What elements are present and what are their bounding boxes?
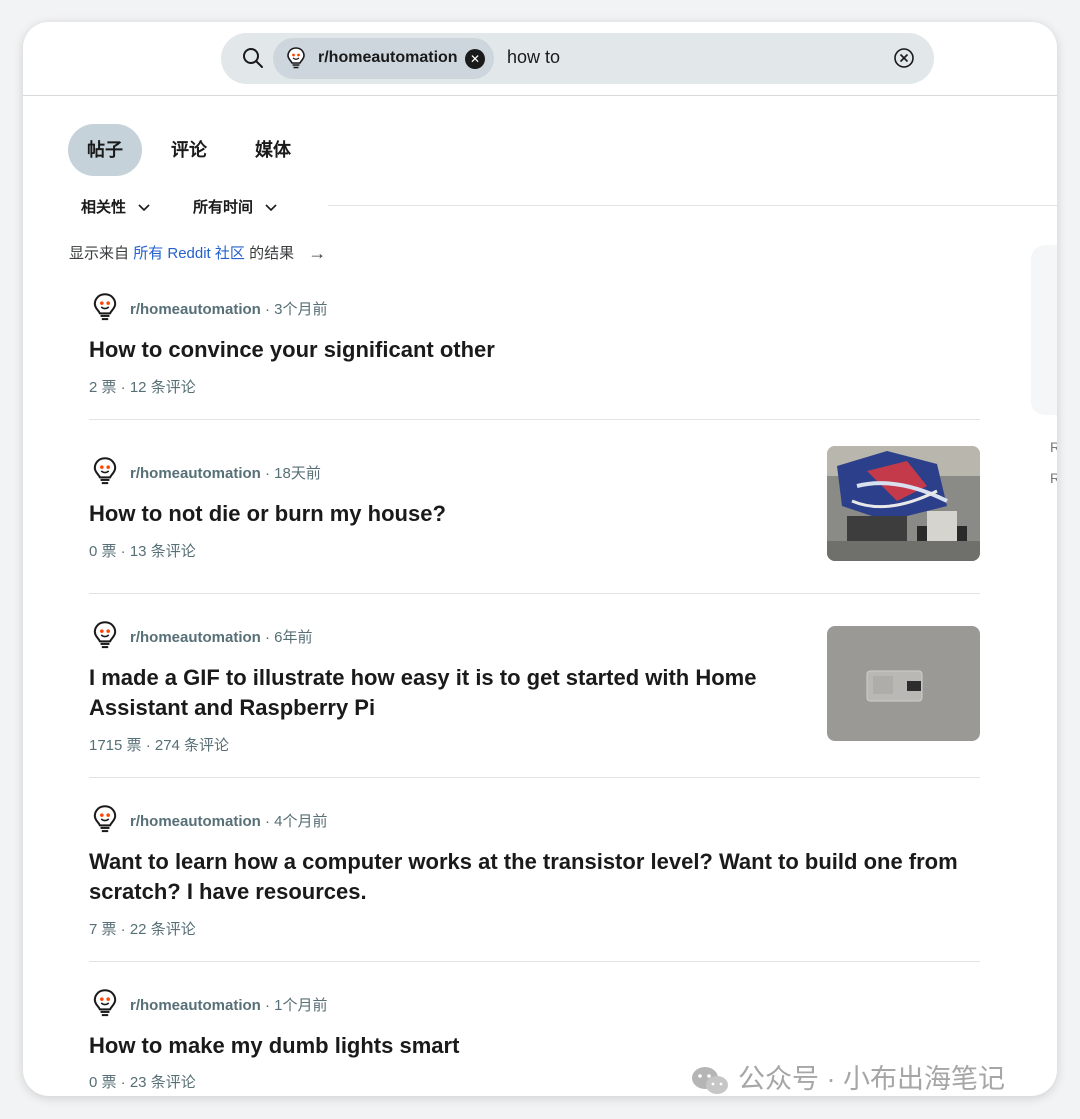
filter-row: 相关性 所有时间 <box>23 192 1057 222</box>
post-stats: 0 票 · 23 条评论 <box>89 1074 196 1091</box>
arrow-right-icon[interactable]: → <box>308 243 326 264</box>
post-time: · 4个月前 <box>260 813 328 830</box>
post-item[interactable]: r/homeautomation · 3个月前 How to convince … <box>89 291 980 401</box>
sort-dropdown[interactable]: 相关性 <box>81 196 150 217</box>
post-stats: 7 票 · 22 条评论 <box>89 921 196 938</box>
tab-posts[interactable]: 帖子 <box>68 124 142 176</box>
post-item[interactable]: r/homeautomation · 18天前 How to not die o… <box>89 446 980 585</box>
post-time: · 6年前 <box>260 629 313 646</box>
right-sidebar-text: R <box>1050 439 1057 455</box>
post-time: · 3个月前 <box>260 301 328 318</box>
subreddit-bulb-icon <box>93 989 117 1017</box>
clear-search-icon[interactable] <box>893 47 915 69</box>
post-title[interactable]: How to not die or burn my house? <box>89 499 789 529</box>
top-bar: r/homeautomation ✕ how to <box>23 22 1057 96</box>
post-item[interactable]: r/homeautomation · 4个月前 Want to learn ho… <box>89 803 980 943</box>
subreddit-name[interactable]: r/homeautomation · 18天前 <box>130 462 321 483</box>
right-sidebar-text: R <box>1050 470 1057 486</box>
subreddit-bulb-icon <box>287 47 305 69</box>
post-title[interactable]: Want to learn how a computer works at th… <box>89 847 980 907</box>
subreddit-name[interactable]: r/homeautomation · 4个月前 <box>130 810 328 831</box>
post-divider <box>89 961 980 962</box>
subreddit-name[interactable]: r/homeautomation · 6年前 <box>130 626 313 647</box>
post-stats: 2 票 · 12 条评论 <box>89 379 196 396</box>
watermark: 公众号 · 小布出海笔记 <box>690 1057 1005 1097</box>
search-icon[interactable] <box>241 46 265 70</box>
subreddit-name[interactable]: r/homeautomation · 1个月前 <box>130 994 328 1015</box>
subreddit-bulb-icon <box>93 457 117 485</box>
remove-chip-icon[interactable]: ✕ <box>465 49 485 69</box>
post-thumbnail[interactable] <box>827 626 980 741</box>
subreddit-bulb-icon <box>93 805 117 833</box>
subreddit-bulb-icon <box>93 621 117 649</box>
all-reddit-link[interactable]: 所有 Reddit 社区 <box>133 245 245 262</box>
post-divider <box>89 419 980 420</box>
search-bar[interactable]: r/homeautomation ✕ how to <box>221 33 934 84</box>
time-label: 所有时间 <box>193 199 254 216</box>
chevron-down-icon <box>138 204 150 212</box>
notice-prefix: 显示来自 <box>69 245 130 262</box>
subreddit-bulb-icon <box>93 293 117 321</box>
post-title[interactable]: I made a GIF to illustrate how easy it i… <box>89 663 789 723</box>
sort-label: 相关性 <box>81 199 127 216</box>
post-stats: 0 票 · 13 条评论 <box>89 543 196 560</box>
watermark-text: 公众号 · 小布出海笔记 <box>738 1064 1005 1094</box>
search-input[interactable]: how to <box>507 47 560 68</box>
post-title[interactable]: How to convince your significant other <box>89 335 980 365</box>
right-sidebar-card <box>1031 245 1057 415</box>
post-stats: 1715 票 · 274 条评论 <box>89 737 230 754</box>
app-window: r/homeautomation ✕ how to 帖子 评论 媒体 相关性 所… <box>23 22 1057 1096</box>
chip-label: r/homeautomation <box>318 49 458 66</box>
notice-suffix: 的结果 <box>249 245 295 262</box>
time-dropdown[interactable]: 所有时间 <box>193 196 277 217</box>
chevron-down-icon <box>265 204 277 212</box>
subreddit-filter-chip[interactable]: r/homeautomation ✕ <box>273 38 494 79</box>
subreddit-name[interactable]: r/homeautomation · 3个月前 <box>130 298 328 319</box>
wechat-icon <box>692 1066 728 1094</box>
post-divider <box>89 593 980 594</box>
tab-media[interactable]: 媒体 <box>242 124 304 176</box>
post-time: · 1个月前 <box>260 997 328 1014</box>
post-time: · 18天前 <box>260 465 321 482</box>
post-divider <box>89 777 980 778</box>
all-reddit-notice[interactable]: 显示来自 所有 Reddit 社区 的结果 → <box>69 242 326 264</box>
post-thumbnail[interactable] <box>827 446 980 561</box>
tab-comments[interactable]: 评论 <box>158 124 220 176</box>
post-item[interactable]: r/homeautomation · 6年前 I made a GIF to i… <box>89 619 980 779</box>
filter-divider <box>328 205 1057 206</box>
